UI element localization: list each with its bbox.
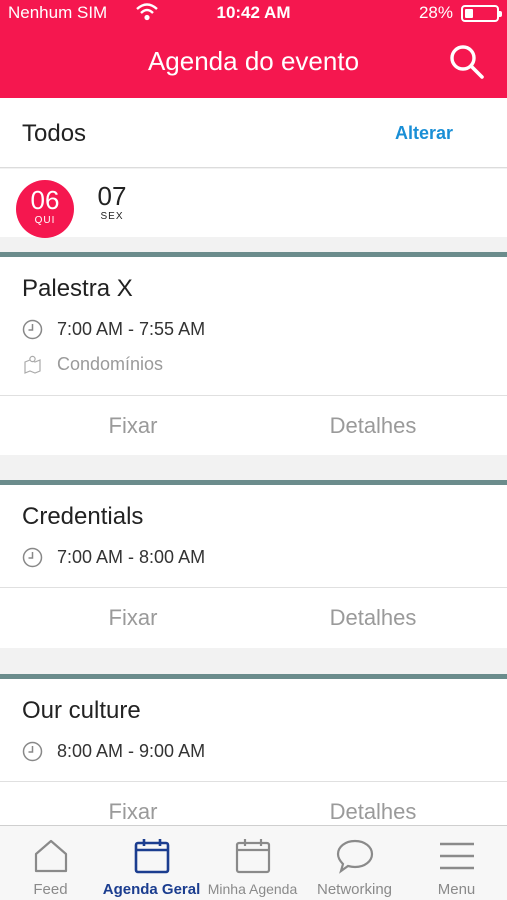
day-06[interactable]: 06 QUI: [16, 180, 74, 238]
details-button[interactable]: Detalhes: [263, 799, 483, 825]
session-actions: Fixar Detalhes: [0, 395, 507, 455]
clock-icon: [22, 319, 43, 340]
pin-button[interactable]: Fixar: [23, 799, 243, 825]
pin-button[interactable]: Fixar: [23, 605, 243, 631]
session-title: Palestra X: [22, 275, 133, 302]
clock-icon: [22, 741, 43, 762]
day-07[interactable]: 07 SEX: [83, 181, 141, 233]
hamburger-menu-icon: [440, 842, 474, 870]
filter-label: Todos: [22, 120, 87, 147]
map-location-icon: [24, 355, 41, 374]
session-location-label: Condomínios: [57, 354, 164, 374]
battery-icon: [461, 5, 502, 22]
search-icon[interactable]: [449, 44, 485, 80]
tab-menu[interactable]: Menu: [406, 826, 507, 900]
details-button[interactable]: Detalhes: [263, 605, 483, 631]
day-weekday: QUI: [34, 215, 56, 226]
session-card: Palestra X 7:00 AM - 7:55 AM Condomínios…: [0, 252, 507, 455]
battery-level: [465, 9, 474, 18]
clock-icon: [22, 547, 43, 568]
tab-label: Menu: [437, 881, 476, 898]
tab-bar: Feed Agenda Geral Minha Agenda Networkin…: [0, 825, 507, 900]
calendar-icon: [134, 839, 170, 874]
session-card: Our culture 8:00 AM - 9:00 AM Fixar Deta…: [0, 674, 507, 834]
filter-bar: Todos Alterar: [0, 98, 507, 168]
change-filter-link[interactable]: Alterar: [395, 123, 453, 144]
day-weekday: SEX: [100, 211, 124, 222]
session-actions: Fixar Detalhes: [0, 587, 507, 647]
tab-networking[interactable]: Networking: [304, 826, 405, 900]
tab-agenda-geral[interactable]: Agenda Geral: [101, 826, 202, 900]
calendar-icon: [235, 839, 271, 874]
details-button[interactable]: Detalhes: [263, 413, 483, 439]
session-title: Credentials: [22, 503, 144, 530]
session-card: Credentials 7:00 AM - 8:00 AM Fixar Deta…: [0, 480, 507, 648]
battery-percent: 28%: [418, 3, 453, 22]
session-time-label: 7:00 AM - 7:55 AM: [57, 319, 206, 339]
tab-minha-agenda[interactable]: Minha Agenda: [202, 826, 303, 900]
app-header: Nenhum SIM 10:42 AM 28% Agenda do evento: [0, 0, 507, 98]
session-time-label: 7:00 AM - 8:00 AM: [57, 547, 206, 567]
status-bar: Nenhum SIM 10:42 AM 28%: [0, 0, 507, 26]
home-icon: [34, 839, 68, 873]
page-title: Agenda do evento: [147, 46, 360, 76]
day-number: 07: [97, 181, 127, 211]
session-title: Our culture: [22, 697, 141, 724]
day-number: 06: [30, 185, 60, 215]
day-selector: 06 QUI 07 SEX: [0, 169, 507, 238]
chat-bubble-icon: [336, 839, 374, 874]
pin-button[interactable]: Fixar: [23, 413, 243, 439]
tab-feed[interactable]: Feed: [0, 826, 101, 900]
session-time-label: 8:00 AM - 9:00 AM: [57, 741, 206, 761]
